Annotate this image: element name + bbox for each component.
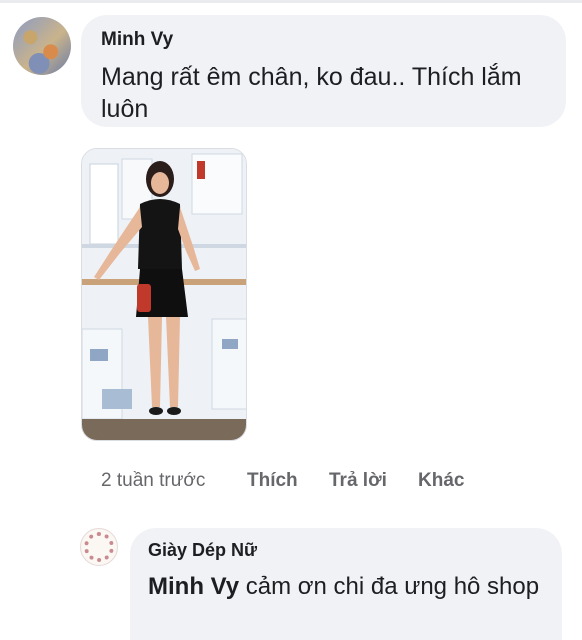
comment-text: Mang rất êm chân, ko đau.. Thích lắm luô… — [101, 63, 522, 123]
comment-photo[interactable] — [81, 148, 247, 441]
reply-bubble: Giày Dép Nữ Minh Vy cảm ơn chi đa ưng hô… — [130, 528, 562, 640]
commenter-avatar[interactable] — [13, 17, 71, 75]
shop-avatar[interactable] — [80, 528, 118, 566]
top-divider — [0, 0, 582, 3]
photo-image — [82, 149, 246, 440]
reply-message: cảm ơn chi đa ưng hô shop — [239, 573, 540, 600]
reply-text: Minh Vy cảm ơn chi đa ưng hô shop — [148, 571, 544, 602]
comment-bubble: Minh Vy Mang rất êm chân, ko đau.. Thích… — [81, 15, 566, 127]
comment-timestamp[interactable]: 2 tuần trước — [101, 470, 205, 492]
reply-author[interactable]: Giày Dép Nữ — [148, 540, 544, 561]
comment-author[interactable]: Minh Vy — [101, 29, 546, 51]
more-button[interactable]: Khác — [418, 470, 464, 492]
reply-mention[interactable]: Minh Vy — [148, 573, 239, 600]
shop-logo-ring — [84, 532, 114, 562]
reply-button[interactable]: Trả lời — [329, 470, 387, 492]
like-button[interactable]: Thích — [247, 470, 298, 492]
